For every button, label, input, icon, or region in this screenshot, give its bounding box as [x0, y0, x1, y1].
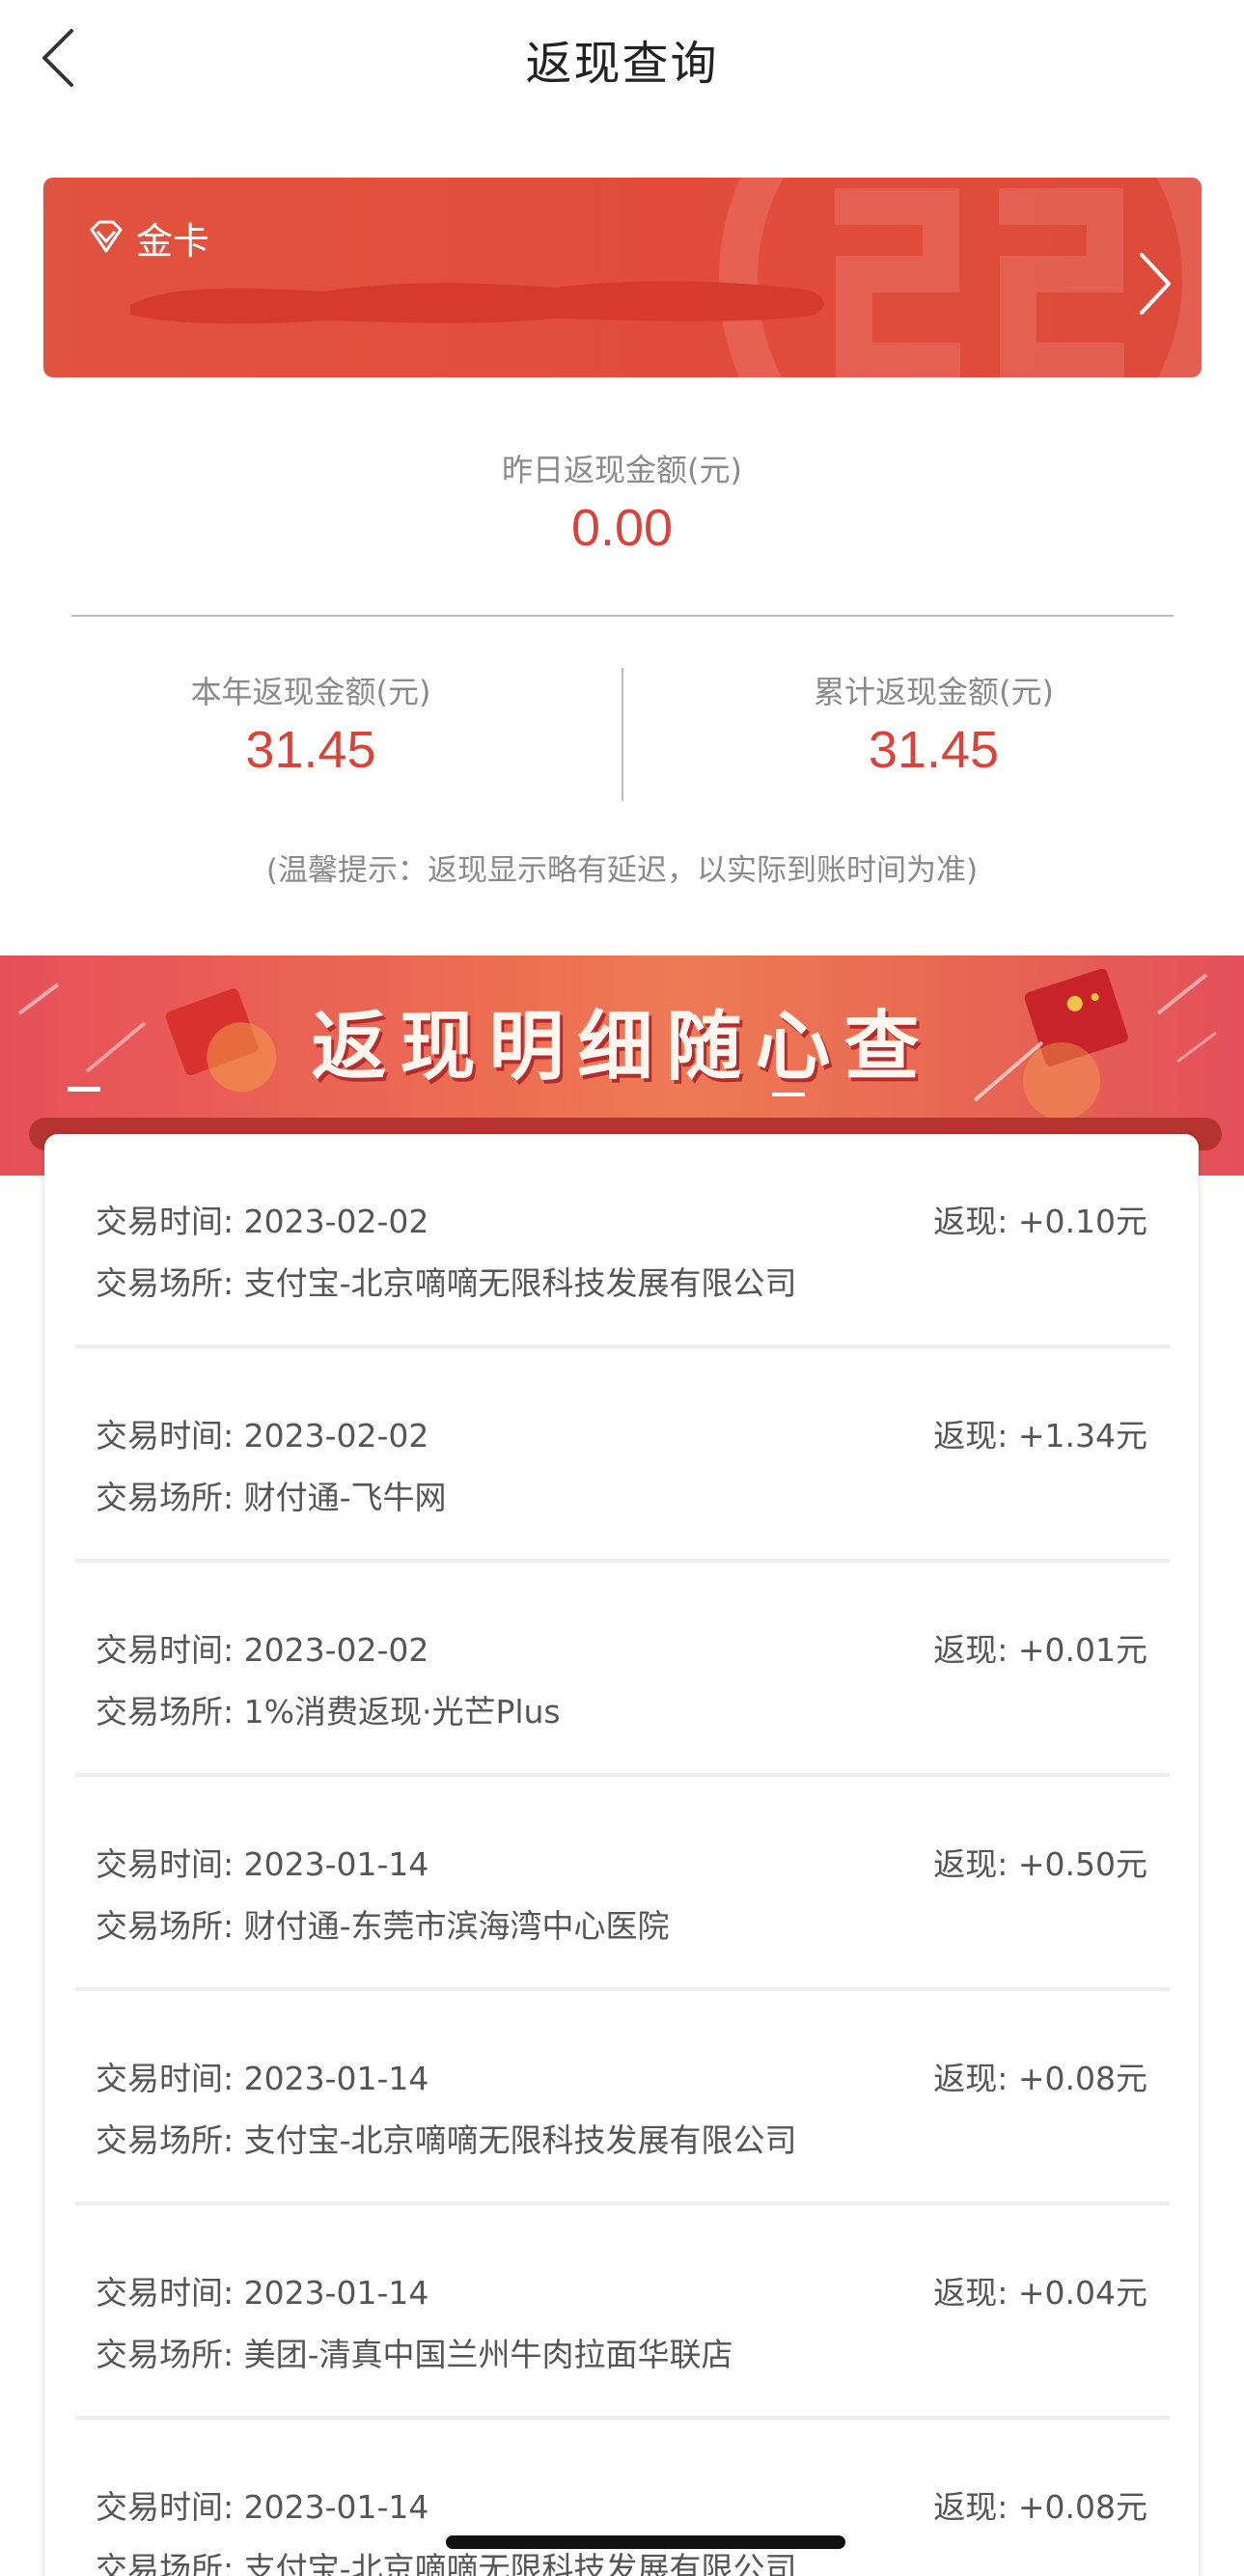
list-item[interactable]: 交易时间: 2023-02-02 返现: +0.10元 交易场所: 支付宝-北京…	[44, 1134, 1199, 1348]
transaction-time: 交易时间: 2023-01-14	[96, 2060, 429, 2097]
delay-notice: (温馨提示：返现显示略有延迟，以实际到账时间为准)	[265, 853, 979, 888]
transaction-cashback: 返现: +0.10元	[933, 1203, 1147, 1240]
transaction-cashback: 返现: +1.34元	[933, 1417, 1147, 1454]
transaction-cashback: 返现: +0.50元	[933, 1845, 1147, 1883]
transaction-time: 交易时间: 2023-02-02	[96, 1203, 429, 1240]
total-cashback-label: 累计返现金额(元)	[814, 674, 1054, 710]
year-cashback-label: 本年返现金额(元)	[190, 674, 431, 710]
transaction-merchant: 交易场所: 美团-清真中国兰州牛肉拉面华联店	[96, 2336, 733, 2373]
card-tier-badge: 金卡	[86, 211, 209, 264]
list-item[interactable]: 交易时间: 2023-01-14 返现: +0.08元 交易场所: 支付宝-北京…	[44, 1991, 1199, 2205]
yesterday-cashback-label: 昨日返现金额(元)	[502, 452, 742, 488]
list-item[interactable]: 交易时间: 2023-01-14 返现: +0.04元 交易场所: 美团-清真中…	[44, 2205, 1199, 2420]
card-tier-label: 金卡	[136, 220, 210, 263]
diamond-icon	[90, 220, 123, 252]
banner-title: 返现明细随心查	[311, 1003, 933, 1091]
transaction-merchant: 交易场所: 财付通-东莞市滨海湾中心医院	[96, 1907, 670, 1945]
transaction-merchant: 交易场所: 财付通-飞牛网	[96, 1479, 447, 1516]
yesterday-cashback-value: 0.00	[570, 499, 674, 557]
transaction-cashback: 返现: +0.08元	[933, 2488, 1147, 2526]
transaction-cashback: 返现: +0.01元	[933, 1631, 1147, 1669]
transaction-cashback: 返现: +0.08元	[933, 2060, 1147, 2097]
transaction-merchant: 交易场所: 支付宝-北京嘀嘀无限科技发展有限公司	[96, 2121, 797, 2159]
membership-card[interactable]: 金卡	[43, 178, 1202, 377]
transaction-time: 交易时间: 2023-01-14	[96, 2274, 429, 2312]
total-cashback-value: 31.45	[868, 721, 1000, 779]
transaction-cashback: 返现: +0.04元	[933, 2274, 1147, 2312]
transaction-merchant: 交易场所: 1%消费返现·光芒Plus	[96, 1693, 561, 1731]
home-indicator[interactable]	[446, 2535, 845, 2549]
year-cashback-value: 31.45	[245, 721, 376, 779]
divider	[71, 615, 1174, 617]
list-item[interactable]: 交易时间: 2023-01-14 返现: +0.08元 交易场所: 支付宝-北京…	[44, 2420, 1199, 2576]
list-item[interactable]: 交易时间: 2023-02-02 返现: +0.01元 交易场所: 1%消费返现…	[44, 1563, 1199, 1777]
transaction-merchant: 交易场所: 支付宝-北京嘀嘀无限科技发展有限公司	[96, 1264, 797, 1302]
list-item[interactable]: 交易时间: 2023-02-02 返现: +1.34元 交易场所: 财付通-飞牛…	[44, 1348, 1199, 1563]
list-item[interactable]: 交易时间: 2023-01-14 返现: +0.50元 交易场所: 财付通-东莞…	[44, 1777, 1199, 1991]
transaction-time: 交易时间: 2023-02-02	[96, 1631, 429, 1669]
transaction-time: 交易时间: 2023-02-02	[96, 1417, 429, 1454]
transaction-list: 交易时间: 2023-02-02 返现: +0.10元 交易场所: 支付宝-北京…	[44, 1134, 1199, 2576]
nav-bar: 返现查询	[0, 0, 1244, 116]
cashback-query-page: 返现查询 金卡 昨日返现金额(元) 0.00 本年返现金额(元) 31.45 累…	[0, 0, 1244, 2576]
redacted-card-number	[130, 281, 824, 324]
chevron-right-icon	[1140, 253, 1171, 315]
page-title: 返现查询	[525, 37, 719, 91]
transaction-time: 交易时间: 2023-01-14	[96, 2488, 429, 2526]
transaction-time: 交易时间: 2023-01-14	[96, 1845, 429, 1883]
